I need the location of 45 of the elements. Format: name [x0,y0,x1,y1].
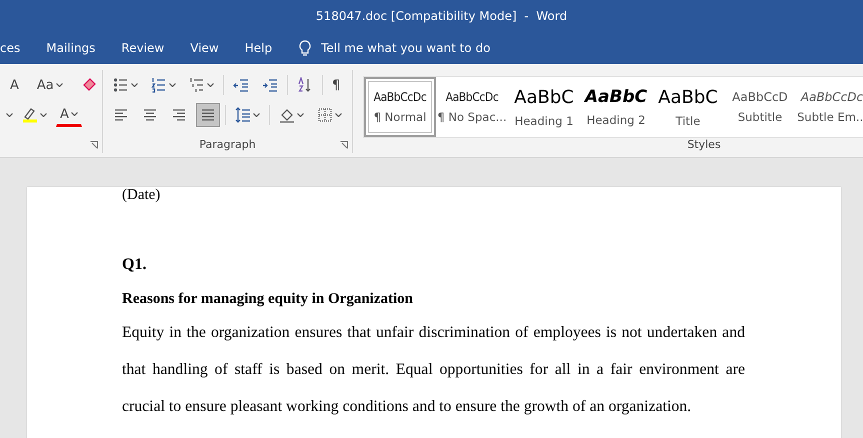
caret-icon [40,113,47,117]
numbered-list-icon [151,77,167,93]
style-option[interactable]: AaBbCcDc ¶ Normal [364,77,436,137]
justify-icon [200,107,216,123]
menu-tab[interactable]: View [177,32,232,64]
show-marks-button[interactable]: ¶ [328,73,344,97]
menu-tab[interactable]: Mailings [33,32,108,64]
tell-me-field[interactable]: Tell me what you want to do [319,40,510,56]
document-text: Reasons for managing equity in Organization [122,291,414,308]
caret-icon [169,83,176,87]
caret-icon [56,83,63,87]
align-right-icon [171,107,187,123]
menu-tab[interactable]: Review [108,32,178,64]
align-left-icon [113,107,129,123]
menu-tab[interactable]: ces [0,32,34,64]
caret-icon [335,113,342,117]
caret-icon [253,113,260,117]
caret-icon [70,112,78,116]
change-case-button[interactable]: Aa [32,73,67,97]
caret-icon [6,113,13,117]
document-text: Equity in the organization ensures that unfair discrimination of employees is not undertaken and that handling of staff is based on merit. Equal opportunities for all in a fair environment are crucial to ensure pleasant working conditions and to ensure the growth of an organization. [122,323,745,417]
group-label: Paragraph [199,138,256,151]
decrease-indent-icon [233,77,249,93]
font-color-button[interactable]: A [56,103,82,127]
dialog-launcher-icon[interactable] [90,141,98,149]
align-center-icon [142,107,158,123]
highlighter-icon [22,107,38,123]
caret-icon [297,113,304,117]
menu-tab[interactable]: Help [232,32,286,64]
document-text: Q1. [122,256,148,274]
bullet-list-icon [113,77,129,93]
document-text: (Date) [122,187,162,204]
group-label: Styles [687,138,721,151]
caret-icon [207,83,214,87]
lightbulb-icon [299,40,312,56]
line-spacing-icon [235,107,251,123]
increase-indent-icon [262,77,278,93]
dialog-launcher-icon[interactable] [340,141,348,149]
window-title: 518047.doc [Compatibility Mode] - Word [316,9,568,23]
sort-icon [297,77,313,93]
caret-icon [131,83,138,87]
grow-font-button[interactable]: A [6,73,23,97]
borders-icon [317,107,333,123]
multilevel-list-icon [189,77,205,93]
justify-button[interactable] [196,103,220,127]
